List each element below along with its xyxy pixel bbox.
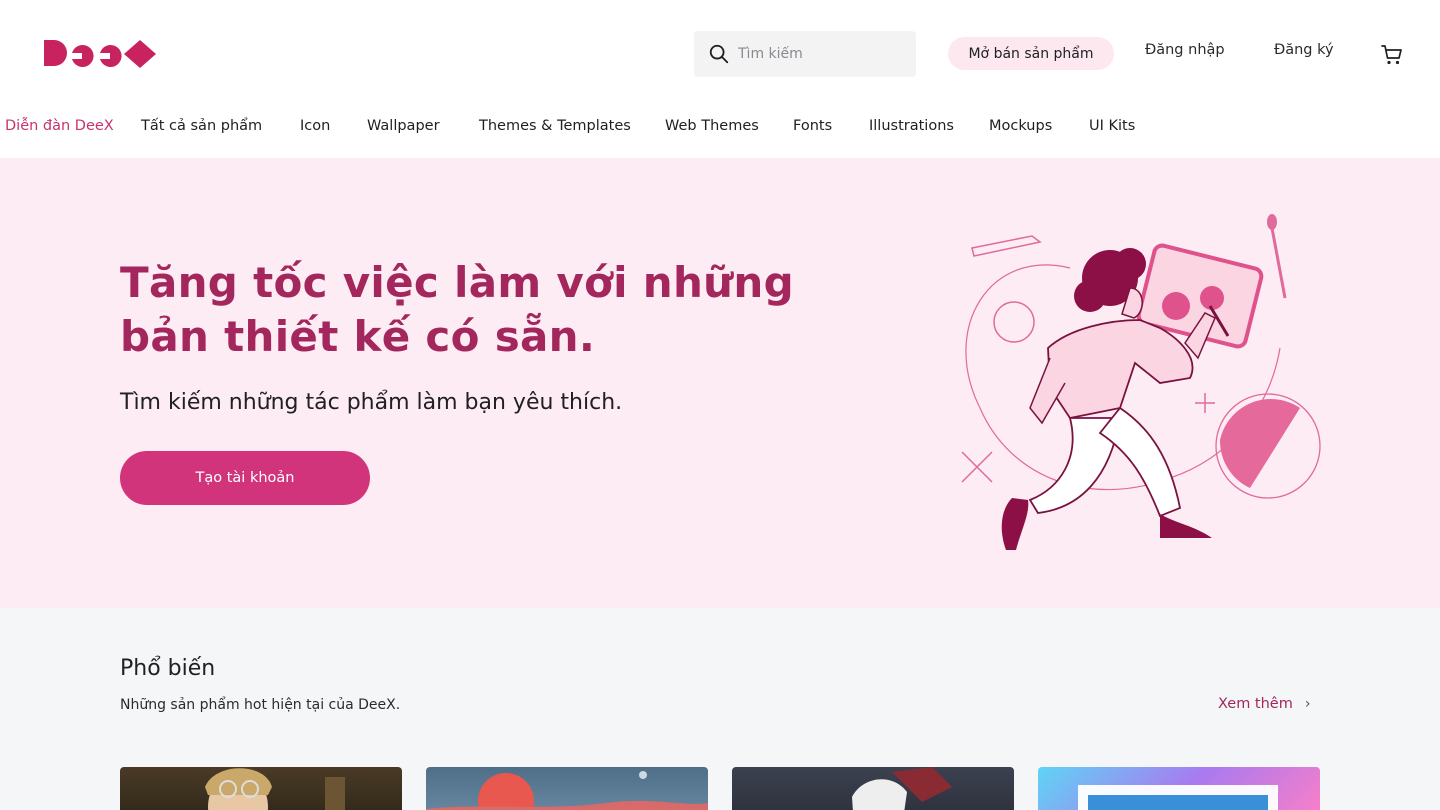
sunset-landscape-image <box>426 771 708 810</box>
cart-icon[interactable] <box>1380 43 1404 67</box>
hero-title: Tăng tốc việc làm với những bản thiết kế… <box>120 258 794 361</box>
chevron-right-icon: › <box>1304 696 1311 712</box>
menu-item-mockups[interactable]: Mockups <box>989 118 1052 134</box>
login-link[interactable]: Đăng nhập <box>1145 42 1225 58</box>
menu-item-forum[interactable]: Diễn đàn DeeX <box>5 118 114 134</box>
anime-portrait-image <box>205 768 345 810</box>
site-header: Mở bán sản phẩm Đăng nhập Đăng ký Diễn đ… <box>0 0 1440 134</box>
product-card-1[interactable] <box>120 767 402 810</box>
designer-illustration <box>961 214 1321 550</box>
search-box[interactable] <box>694 31 916 77</box>
sell-product-button[interactable]: Mở bán sản phẩm <box>948 37 1114 70</box>
see-more-label: Xem thêm <box>1218 696 1293 712</box>
hero-subtitle: Tìm kiếm những tác phẩm làm bạn yêu thíc… <box>120 390 623 415</box>
popular-subtitle: Những sản phẩm hot hiện tại của DeeX. <box>120 697 401 713</box>
search-input[interactable] <box>738 46 898 62</box>
product-card-2[interactable] <box>426 767 708 810</box>
menu-item-ui-kits[interactable]: UI Kits <box>1089 118 1135 134</box>
menu-item-icon[interactable]: Icon <box>300 118 330 134</box>
menu-item-web-themes[interactable]: Web Themes <box>665 118 759 134</box>
menu-item-wallpaper[interactable]: Wallpaper <box>367 118 440 134</box>
popular-title: Phổ biến <box>120 656 216 681</box>
create-account-button[interactable]: Tạo tài khoản <box>120 451 370 505</box>
see-more-link[interactable]: Xem thêm › <box>1218 696 1310 712</box>
deex-logo[interactable] <box>42 38 158 70</box>
menu-item-fonts[interactable]: Fonts <box>793 118 832 134</box>
hero-banner: Tăng tốc việc làm với những bản thiết kế… <box>0 158 1440 608</box>
poster-text-image <box>1078 785 1278 810</box>
menu-item-illustrations[interactable]: Illustrations <box>869 118 954 134</box>
product-card-4[interactable] <box>1038 767 1320 810</box>
menu-item-themes-templates[interactable]: Themes & Templates <box>479 118 631 134</box>
product-card-3[interactable] <box>732 767 1014 810</box>
register-link[interactable]: Đăng ký <box>1274 42 1334 58</box>
popular-section: Phổ biến Những sản phẩm hot hiện tại của… <box>0 608 1440 810</box>
anime-character-image <box>852 767 952 810</box>
search-icon <box>709 44 729 64</box>
menu-item-all-products[interactable]: Tất cả sản phẩm <box>141 118 262 134</box>
